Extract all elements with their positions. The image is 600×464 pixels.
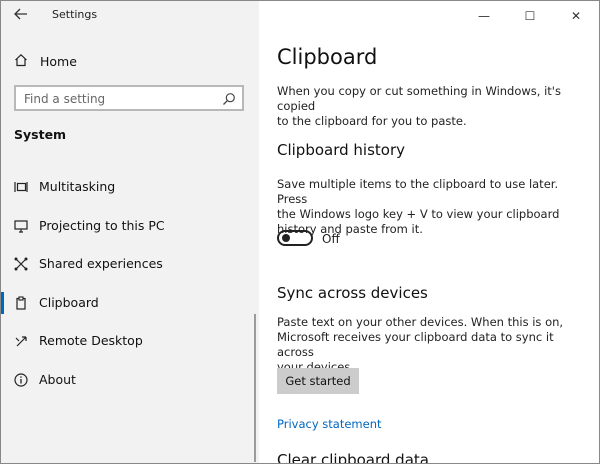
maximize-button[interactable]: ☐ bbox=[507, 1, 553, 31]
shared-experiences-icon bbox=[13, 256, 29, 272]
section-title-system: System bbox=[14, 127, 67, 142]
clear-clipboard-title: Clear clipboard data bbox=[277, 451, 429, 464]
multitasking-icon bbox=[13, 179, 29, 195]
sidebar-item-label: Multitasking bbox=[39, 179, 116, 194]
sync-description: Paste text on your other devices. When t… bbox=[277, 315, 564, 374]
back-arrow-icon bbox=[14, 8, 28, 24]
back-button[interactable] bbox=[11, 6, 31, 26]
clipboard-history-toggle[interactable] bbox=[277, 230, 313, 246]
remote-desktop-icon bbox=[13, 333, 29, 349]
toggle-state-label: Off bbox=[322, 232, 340, 246]
sync-title: Sync across devices bbox=[277, 284, 428, 302]
sidebar-item-clipboard[interactable]: Clipboard bbox=[1, 288, 259, 318]
sidebar-item-label: About bbox=[39, 372, 76, 387]
sidebar-item-home[interactable]: Home bbox=[14, 52, 77, 71]
clipboard-history-title: Clipboard history bbox=[277, 141, 406, 159]
toggle-knob bbox=[282, 234, 290, 242]
titlebar: Settings bbox=[1, 1, 259, 31]
close-button[interactable]: ✕ bbox=[553, 1, 599, 31]
settings-window: Settings Home Find a setting System Mult… bbox=[0, 0, 600, 464]
sidebar-item-projecting[interactable]: Projecting to this PC bbox=[1, 211, 259, 241]
minimize-icon: — bbox=[478, 9, 490, 23]
home-label: Home bbox=[40, 54, 77, 69]
clipboard-history-description: Save multiple items to the clipboard to … bbox=[277, 177, 560, 236]
home-icon bbox=[14, 52, 28, 71]
search-icon[interactable] bbox=[222, 91, 236, 110]
maximize-icon: ☐ bbox=[524, 9, 536, 23]
sidebar-item-label: Shared experiences bbox=[39, 256, 163, 271]
clipboard-icon bbox=[13, 295, 29, 311]
search-placeholder: Find a setting bbox=[24, 92, 106, 106]
sidebar-item-label: Projecting to this PC bbox=[39, 218, 165, 233]
sidebar: Settings Home Find a setting System Mult… bbox=[1, 1, 259, 463]
projecting-icon bbox=[13, 218, 29, 234]
sidebar-scrollbar[interactable] bbox=[254, 314, 256, 462]
sidebar-item-remote-desktop[interactable]: Remote Desktop bbox=[1, 326, 259, 356]
search-input[interactable]: Find a setting bbox=[14, 85, 244, 111]
info-icon bbox=[13, 372, 29, 388]
get-started-button[interactable]: Get started bbox=[277, 368, 359, 394]
minimize-button[interactable]: — bbox=[461, 1, 507, 31]
privacy-statement-link[interactable]: Privacy statement bbox=[277, 417, 382, 431]
app-title: Settings bbox=[52, 8, 98, 21]
sidebar-item-multitasking[interactable]: Multitasking bbox=[1, 172, 259, 202]
page-title: Clipboard bbox=[277, 45, 378, 69]
sidebar-item-label: Clipboard bbox=[39, 295, 99, 310]
intro-text: When you copy or cut something in Window… bbox=[277, 84, 561, 128]
sidebar-item-shared-experiences[interactable]: Shared experiences bbox=[1, 249, 259, 279]
sidebar-item-about[interactable]: About bbox=[1, 365, 259, 395]
window-controls: — ☐ ✕ bbox=[461, 1, 599, 31]
sidebar-item-label: Remote Desktop bbox=[39, 333, 143, 348]
active-indicator bbox=[1, 292, 4, 314]
close-icon: ✕ bbox=[570, 9, 582, 23]
